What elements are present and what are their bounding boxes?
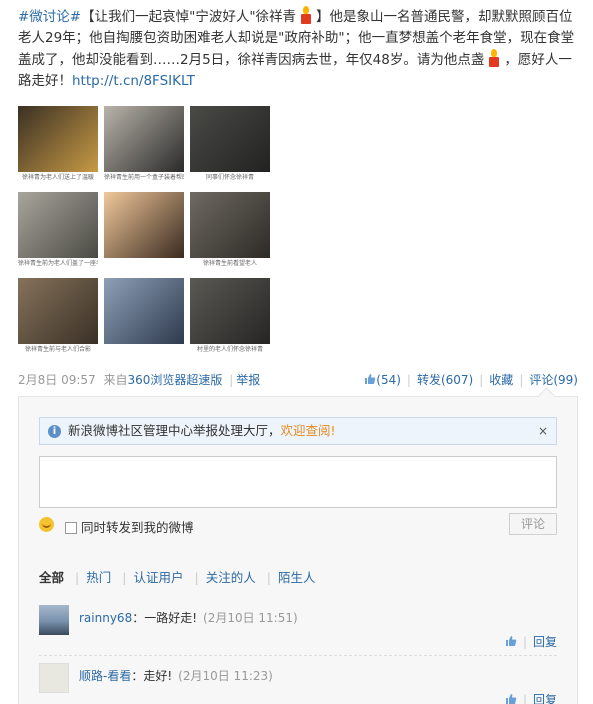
like-button[interactable]: (54) (364, 373, 401, 387)
thumbs-up-icon (365, 374, 376, 384)
photo-image (18, 278, 98, 344)
repost-label: 同时转发到我的微博 (81, 520, 194, 535)
filter-all[interactable]: 全部 (39, 570, 64, 585)
comment-user[interactable]: rainny68 (79, 611, 132, 625)
photo-image (18, 106, 98, 172)
post-photo[interactable]: 徐祥青生前与老人们合影 (18, 278, 98, 356)
photo-caption: 同事们怀念徐祥青 (205, 174, 254, 181)
photo-caption: 村里的老人们怀念徐祥青 (196, 346, 263, 353)
photo-caption: 徐祥青生前与老人们合影 (24, 346, 91, 353)
comment-filters: 全部 | 热门 | 认证用户 | 关注的人 | 陌生人 (39, 570, 316, 585)
report-link[interactable]: 举报 (236, 373, 260, 387)
candle-icon (486, 49, 502, 67)
filter-hot[interactable]: 热门 (86, 570, 111, 585)
topic-link[interactable]: #微讨论# (18, 9, 81, 25)
comment-panel: i 新浪微博社区管理中心举报处理大厅，欢迎查阅! × 同时转发到我的微博 评论 … (18, 396, 578, 704)
post-photo[interactable]: 徐祥青生前为老人们盖了一座老年食堂 (18, 192, 98, 270)
filter-strangers[interactable]: 陌生人 (278, 570, 316, 585)
favorite-button[interactable]: 收藏 (489, 373, 513, 387)
reply-link[interactable]: 回复 (533, 693, 557, 704)
post-meta: 2月8日 09:57 来自360浏览器超速版 | 举报 (54) | 转发(607) |… (18, 373, 578, 387)
reply-link[interactable]: 回复 (533, 635, 557, 649)
photo-image (104, 278, 184, 344)
like-count: (54) (376, 373, 401, 387)
notice-link[interactable]: 欢迎查阅! (281, 423, 336, 438)
photo-grid: 徐祥青为老人们送上了温暖徐祥青生前用一个盒子装着帮助老人的清单同事们怀念徐祥青徐… (18, 106, 270, 356)
post-photo[interactable]: 徐祥青生前用一个盒子装着帮助老人的清单 (104, 106, 184, 184)
photo-image (104, 192, 184, 258)
post-photo[interactable] (104, 278, 184, 356)
notice-bar: i 新浪微博社区管理中心举报处理大厅，欢迎查阅! × (39, 417, 557, 445)
submit-comment-button[interactable]: 评论 (509, 513, 557, 535)
photo-image (190, 278, 270, 344)
repost-button[interactable]: 转发(607) (417, 373, 473, 387)
emoji-icon[interactable] (39, 517, 54, 532)
post-photo[interactable] (104, 192, 184, 270)
comment-user[interactable]: 顺路-看看 (79, 669, 131, 683)
avatar[interactable] (39, 663, 69, 693)
photo-caption: 徐祥青生前用一个盒子装着帮助老人的清单 (104, 174, 184, 181)
avatar[interactable] (39, 605, 69, 635)
post-photo[interactable]: 徐祥青为老人们送上了温暖 (18, 106, 98, 184)
photo-image (104, 106, 184, 172)
notice-text: 新浪微博社区管理中心举报处理大厅， (68, 423, 281, 438)
post-text: #微讨论#【让我们一起哀悼"宁波好人"徐祥青 】他是象山一名普通民警，却默默照顾百… (18, 6, 578, 92)
photo-caption (104, 344, 184, 356)
comment-time: (2月10日 11:23) (178, 669, 273, 683)
comment-text: ：一路好走! (132, 611, 198, 625)
post-photo[interactable]: 徐祥青生前看望老人 (190, 192, 270, 270)
comment-item: rainny68：一路好走! (2月10日 11:51) | 回复 (39, 605, 557, 655)
photo-image (18, 192, 98, 258)
photo-image (190, 192, 270, 258)
thumbs-up-icon[interactable] (505, 693, 517, 704)
candle-icon (298, 6, 314, 24)
repost-option[interactable]: 同时转发到我的微博 (65, 517, 194, 536)
photo-caption: 徐祥青生前为老人们盖了一座老年食堂 (18, 260, 98, 267)
photo-caption (104, 258, 184, 270)
comment-divider (39, 655, 557, 656)
filter-verified[interactable]: 认证用户 (133, 570, 183, 585)
comment-time: (2月10日 11:51) (203, 611, 298, 625)
photo-image (190, 106, 270, 172)
photo-caption: 徐祥青为老人们送上了温暖 (21, 174, 94, 181)
post-time[interactable]: 2月8日 09:57 (18, 373, 96, 387)
info-icon: i (48, 425, 61, 438)
post-text-part-1: 【让我们一起哀悼"宁波好人"徐祥青 (81, 9, 297, 25)
filter-following[interactable]: 关注的人 (206, 570, 256, 585)
repost-checkbox[interactable] (65, 522, 77, 534)
comment-item: 顺路-看看：走好! (2月10日 11:23) | 回复 (39, 663, 557, 704)
source-prefix: 来自 (103, 373, 128, 387)
comment-text: ：走好! (131, 669, 173, 683)
source-app-link[interactable]: 360浏览器超速版 (128, 373, 223, 387)
post-photo[interactable]: 同事们怀念徐祥青 (190, 106, 270, 184)
short-url-link[interactable]: http://t.cn/8FSIKLT (72, 73, 195, 89)
thumbs-up-icon[interactable] (505, 635, 517, 647)
comment-toggle[interactable]: 评论(99) (529, 373, 578, 387)
comment-input[interactable] (39, 456, 557, 508)
close-icon[interactable]: × (538, 418, 548, 444)
post-photo[interactable]: 村里的老人们怀念徐祥青 (190, 278, 270, 356)
photo-caption: 徐祥青生前看望老人 (202, 260, 257, 267)
